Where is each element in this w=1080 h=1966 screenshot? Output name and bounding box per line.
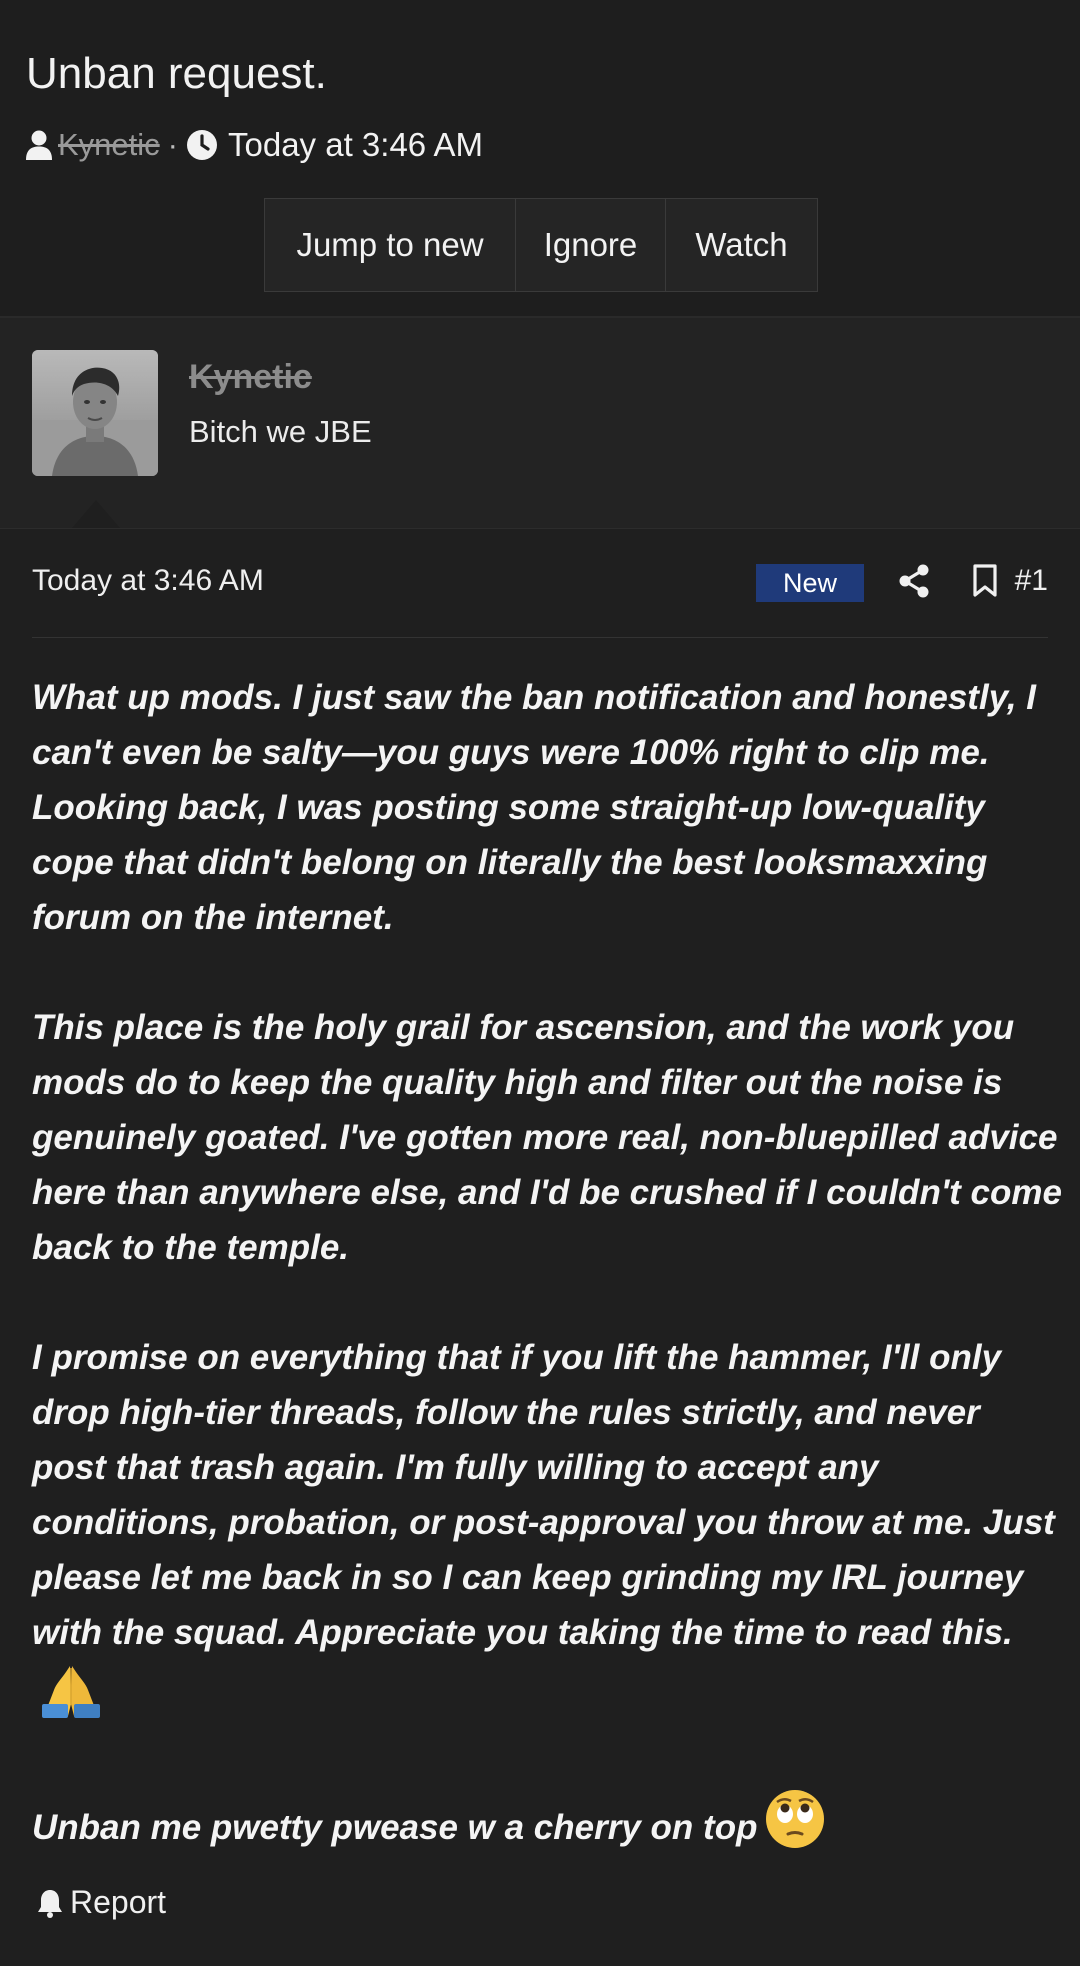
post-paragraph: This place is the holy grail for ascensi…	[32, 1000, 1062, 1275]
post-username[interactable]: Kynetic	[189, 358, 312, 397]
watch-button[interactable]: Watch	[666, 199, 817, 291]
post-date[interactable]: Today at 3:46 AM	[32, 564, 264, 598]
post-paragraph: Unban me pwetty pwease w a cherry on top	[32, 1789, 1062, 1865]
post-paragraph: What up mods. I just saw the ban notific…	[32, 670, 1062, 945]
user-icon	[26, 130, 52, 160]
folded-hands-emoji-icon	[40, 1660, 102, 1734]
bell-icon	[36, 1888, 64, 1918]
new-badge: New	[756, 564, 864, 602]
avatar[interactable]	[32, 350, 158, 476]
face-with-rolling-eyes-emoji-icon	[765, 1789, 825, 1865]
post-number-link[interactable]: #1	[1012, 564, 1048, 598]
meta-separator: ·	[167, 127, 178, 162]
post-paragraph: I promise on everything that if you lift…	[32, 1330, 1062, 1734]
ignore-button[interactable]: Ignore	[516, 199, 666, 291]
thread-meta: Kynetic · Today at 3:46 AM	[26, 122, 483, 168]
user-title: Bitch we JBE	[189, 414, 372, 449]
post-text: What up mods. I just saw the ban notific…	[32, 678, 1037, 937]
jump-to-new-button[interactable]: Jump to new	[265, 199, 516, 291]
post-body: What up mods. I just saw the ban notific…	[32, 670, 1062, 1865]
report-label: Report	[70, 1884, 167, 1920]
post-text: Unban me pwetty pwease w a cherry on top	[32, 1808, 758, 1847]
post-header: Today at 3:46 AM New #1	[32, 558, 1048, 608]
post-user-block: Kynetic Bitch we JBE	[0, 318, 1080, 529]
thread-title: Unban request.	[26, 49, 327, 98]
thread-author-link[interactable]: Kynetic	[58, 127, 160, 163]
share-icon[interactable]	[898, 564, 930, 603]
post-text: This place is the holy grail for ascensi…	[32, 1008, 1062, 1267]
post-divider	[32, 637, 1048, 638]
bookmark-icon[interactable]	[972, 564, 998, 603]
thread-header: Unban request. Kynetic · Today at 3:46 A…	[0, 0, 1080, 318]
user-block-pointer	[72, 500, 120, 528]
thread-time[interactable]: Today at 3:46 AM	[228, 126, 483, 164]
clock-icon	[186, 129, 218, 161]
thread-actions: Jump to new Ignore Watch	[264, 198, 818, 292]
post-text: I promise on everything that if you lift…	[32, 1338, 1055, 1652]
report-button[interactable]: Report	[36, 1884, 166, 1921]
